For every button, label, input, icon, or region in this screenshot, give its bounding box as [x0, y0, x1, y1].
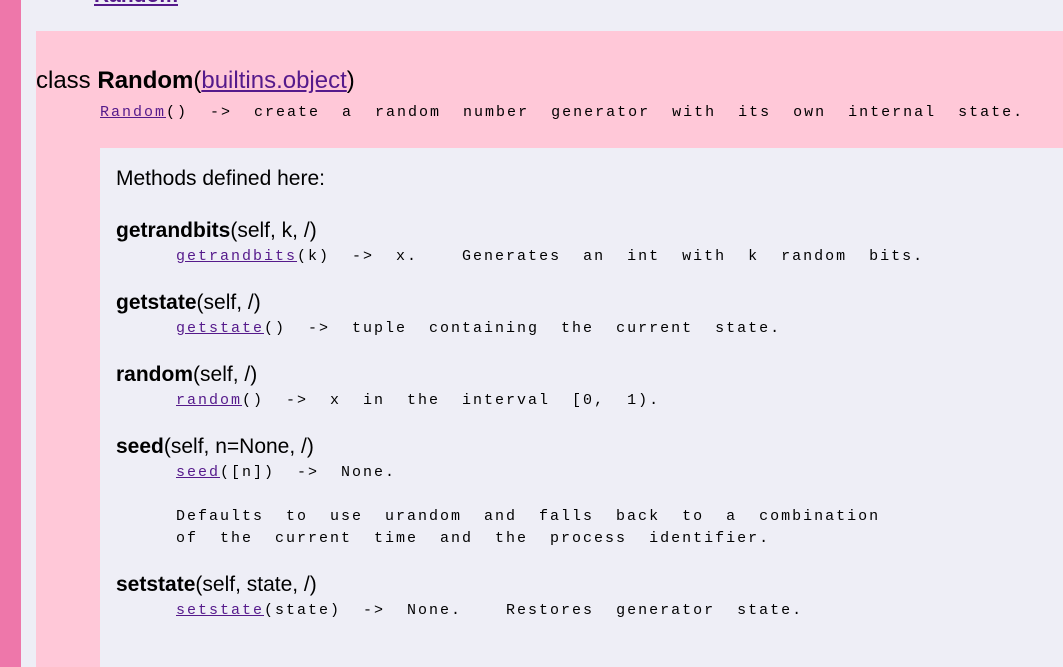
base-class-link[interactable]: builtins.object	[201, 67, 346, 94]
class-docstring: Random() -> create a random number gener…	[100, 103, 1024, 122]
method-args: (self, n=None, /)	[163, 435, 314, 458]
method-doc-text: (k) -> x. Generates an int with k random…	[297, 248, 925, 265]
class-keyword: class	[36, 67, 98, 94]
close-paren: )	[346, 67, 355, 94]
class-heading: class Random(builtins.object)	[36, 67, 355, 95]
method-signature: setstate(self, state, /)	[116, 572, 1063, 598]
method-signature: getstate(self, /)	[116, 290, 1063, 316]
method-doc-self-link[interactable]: seed	[176, 464, 220, 481]
method-doc-self-link[interactable]: getstate	[176, 320, 264, 337]
class-doc-self-link[interactable]: Random	[100, 104, 166, 121]
method-signature: getrandbits(self, k, /)	[116, 218, 1063, 244]
method-doc-self-link[interactable]: setstate	[176, 602, 264, 619]
method-signature: random(self, /)	[116, 362, 1063, 388]
method-doc-self-link[interactable]: getrandbits	[176, 248, 297, 265]
method-entry: seed(self, n=None, /) seed([n]) -> None.…	[116, 434, 1063, 550]
method-entry: getstate(self, /) getstate() -> tuple co…	[116, 290, 1063, 340]
method-entry: random(self, /) random() -> x in the int…	[116, 362, 1063, 412]
method-name: setstate	[116, 573, 196, 596]
section-gutter-bar	[0, 0, 21, 667]
method-docstring-extra-line: Defaults to use urandom and falls back t…	[176, 508, 881, 525]
random-anchor-link[interactable]: Random	[94, 0, 178, 7]
method-docstring: getrandbits(k) -> x. Generates an int wi…	[176, 246, 1063, 268]
method-name: getstate	[116, 291, 197, 314]
method-docstring-extra-line: of the current time and the process iden…	[176, 530, 771, 547]
method-doc-text: () -> tuple containing the current state…	[264, 320, 782, 337]
method-doc-text: () -> x in the interval [0, 1).	[242, 392, 661, 409]
pydoc-page: Random class Random(builtins.object) Ran…	[0, 0, 1063, 667]
method-entry: setstate(self, state, /) setstate(state)…	[116, 572, 1063, 622]
methods-panel: Methods defined here: getrandbits(self, …	[100, 148, 1063, 667]
method-args: (self, /)	[196, 291, 261, 314]
methods-section-title: Methods defined here:	[116, 167, 325, 190]
method-docstring: random() -> x in the interval [0, 1).	[176, 390, 1063, 412]
class-section-box: class Random(builtins.object) Random() -…	[36, 31, 1063, 667]
method-doc-text: ([n]) -> None.	[220, 464, 397, 481]
class-doc-text: () -> create a random number generator w…	[166, 104, 1025, 121]
docstring-blank-line	[116, 484, 1063, 506]
top-anchor-link-row: Random	[0, 0, 1063, 14]
class-name: Random	[97, 67, 194, 94]
method-entry: getrandbits(self, k, /) getrandbits(k) -…	[116, 218, 1063, 268]
method-doc-self-link[interactable]: random	[176, 392, 242, 409]
method-args: (self, k, /)	[230, 219, 317, 242]
method-name: getrandbits	[116, 219, 231, 242]
method-args: (self, state, /)	[195, 573, 317, 596]
method-docstring: getstate() -> tuple containing the curre…	[176, 318, 1063, 340]
method-signature: seed(self, n=None, /)	[116, 434, 1063, 460]
method-name: random	[116, 363, 194, 386]
method-doc-text: (state) -> None. Restores generator stat…	[264, 602, 804, 619]
method-docstring: seed([n]) -> None.	[176, 462, 1063, 484]
method-docstring: setstate(state) -> None. Restores genera…	[176, 600, 1063, 622]
method-args: (self, /)	[193, 363, 258, 386]
method-name: seed	[116, 435, 164, 458]
